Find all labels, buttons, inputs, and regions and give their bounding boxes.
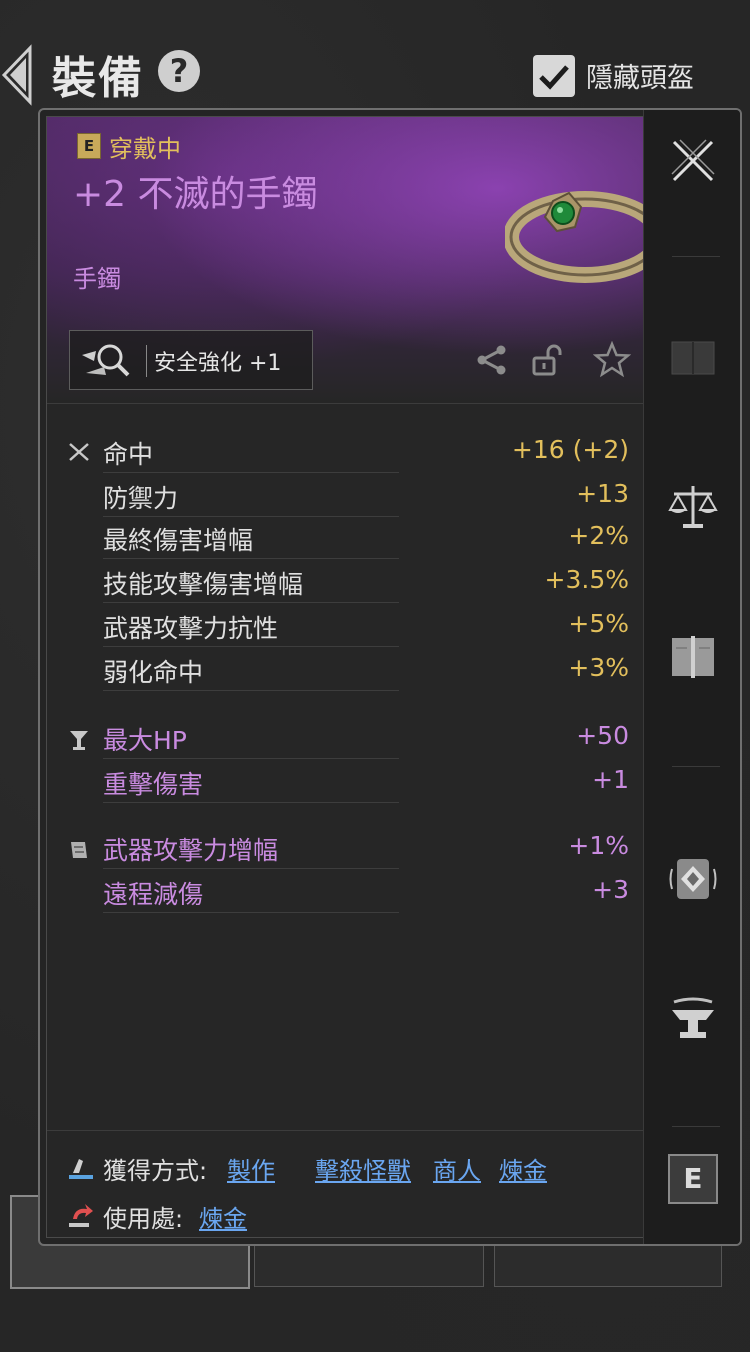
stat-row: 武器攻擊力抗性 +5% (47, 605, 647, 649)
unlock-icon[interactable] (530, 343, 564, 377)
safe-enhance-button[interactable]: 安全強化 +1 (69, 330, 313, 390)
equipped-badge: E (77, 133, 101, 159)
stat-name: 命中 (103, 440, 154, 469)
bracelet-image (505, 191, 665, 283)
stat-separator (103, 912, 399, 913)
stat-name: 弱化命中 (103, 658, 204, 687)
stat-row: 技能攻擊傷害增幅 +3.5% (47, 561, 647, 605)
acquisition-label: 獲得方式: (103, 1157, 208, 1185)
balance-scale-icon[interactable] (668, 482, 718, 532)
anvil-icon[interactable] (668, 996, 718, 1046)
favorite-star-icon[interactable] (593, 341, 631, 379)
equipped-label: 穿戴中 (109, 135, 181, 163)
usage-arrow-icon (69, 1204, 93, 1227)
stat-separator (103, 758, 399, 759)
top-bar: 裝備 ? 隱藏頭盔 (0, 0, 750, 108)
stat-value: +3.5% (544, 565, 629, 594)
divider (47, 1130, 647, 1131)
stat-value: +3 (592, 875, 629, 904)
safe-enhance-label: 安全強化 +1 (154, 351, 282, 376)
item-action-sidebar: E (643, 110, 740, 1244)
acquisition-row: 獲得方式: 製作 擊殺怪獸 商人 煉金 (67, 1151, 627, 1185)
separator (672, 256, 720, 257)
stat-separator (103, 868, 399, 869)
stat-value: +13 (576, 479, 629, 508)
equipped-e-icon[interactable]: E (668, 1154, 718, 1204)
stat-separator (103, 802, 399, 803)
separator (672, 766, 720, 767)
acquire-link-monster[interactable]: 擊殺怪獸 (315, 1151, 411, 1186)
stat-value: +16 (+2) (511, 435, 629, 464)
stat-name: 最大HP (103, 726, 187, 755)
open-book-icon[interactable] (668, 632, 718, 682)
stat-row: 最大HP +50 (47, 717, 647, 761)
stat-value: +1% (568, 831, 629, 860)
stat-separator (103, 558, 399, 559)
stat-row: 命中 +16 (+2) (47, 431, 647, 475)
stat-row: 重擊傷害 +1 (47, 761, 647, 805)
separator (672, 1126, 720, 1127)
stat-row: 弱化命中 +3% (47, 649, 647, 693)
book-icon[interactable] (668, 332, 718, 382)
checkmark-icon (539, 65, 569, 90)
help-icon[interactable]: ? (158, 50, 200, 92)
divider (47, 403, 647, 404)
item-type: 手鐲 (73, 265, 121, 293)
stat-name: 技能攻擊傷害增幅 (103, 570, 304, 599)
share-icon[interactable] (475, 343, 509, 377)
stat-value: +50 (576, 721, 629, 750)
hide-helmet-label[interactable]: 隱藏頭盔 (586, 56, 694, 95)
acquire-link-alchemy[interactable]: 煉金 (499, 1151, 547, 1186)
stat-name: 武器攻擊力抗性 (103, 614, 279, 643)
stat-row: 防禦力 +13 (47, 475, 647, 519)
stat-name: 重擊傷害 (103, 770, 204, 799)
stat-name: 武器攻擊力增幅 (103, 836, 279, 865)
close-icon[interactable] (668, 136, 718, 186)
usage-label: 使用處: (103, 1205, 184, 1233)
stat-value: +2% (568, 521, 629, 550)
separator (146, 345, 147, 377)
crossed-swords-icon (69, 443, 89, 461)
magnifier-icon (82, 344, 130, 377)
stat-separator (103, 472, 399, 473)
stat-value: +1 (592, 765, 629, 794)
usage-row: 使用處: 煉金 (67, 1199, 367, 1233)
page-title: 裝備 (52, 53, 144, 104)
stat-name: 最終傷害增幅 (103, 526, 254, 555)
goblet-icon (70, 731, 88, 750)
stat-value: +5% (568, 609, 629, 638)
hide-helmet-checkbox[interactable] (533, 55, 575, 97)
stat-name: 防禦力 (103, 484, 179, 513)
item-info: E 穿戴中 +2 不滅的手鐲 手鐲 安全強化 +1 命中 +16 (+2) 防禦… (46, 116, 665, 1238)
item-detail-panel: E 穿戴中 +2 不滅的手鐲 手鐲 安全強化 +1 命中 +16 (+2) 防禦… (38, 108, 742, 1246)
stat-separator (103, 646, 399, 647)
back-arrow-icon[interactable] (0, 40, 44, 110)
rune-cube-icon[interactable] (668, 854, 718, 904)
stat-row: 遠程減傷 +3 (47, 871, 647, 915)
stat-separator (103, 602, 399, 603)
acquire-hand-icon (69, 1159, 93, 1179)
stat-name: 遠程減傷 (103, 880, 204, 909)
acquire-link-merchant[interactable]: 商人 (433, 1151, 481, 1186)
scroll-icon (71, 842, 87, 858)
stat-row: 最終傷害增幅 +2% (47, 517, 647, 561)
item-name: +2 不滅的手鐲 (73, 174, 318, 215)
acquire-link-craft[interactable]: 製作 (227, 1151, 275, 1186)
usage-link-alchemy[interactable]: 煉金 (199, 1199, 247, 1234)
stat-separator (103, 690, 399, 691)
stat-row: 武器攻擊力增幅 +1% (47, 827, 647, 871)
stat-value: +3% (568, 653, 629, 682)
